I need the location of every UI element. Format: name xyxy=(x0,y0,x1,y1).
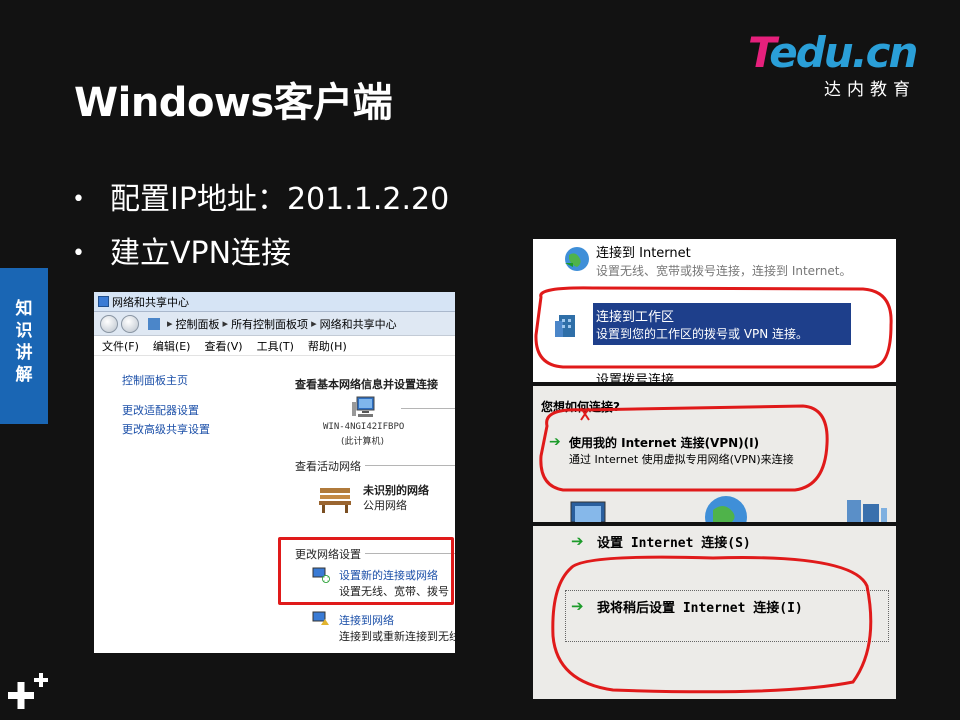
tedu-logo: Tedu.cn 达内教育 xyxy=(748,28,928,102)
control-panel-home-link[interactable]: 控制面板主页 xyxy=(122,372,188,388)
connection-options-screenshot: 连接到 Internet 设置无线、宽带或拨号连接，连接到 Internet。 … xyxy=(533,239,896,382)
internet-globe-icon xyxy=(703,494,749,522)
forward-button[interactable] xyxy=(121,314,139,333)
breadcrumb-item[interactable]: 所有控制面板项 xyxy=(231,316,308,332)
plus-logo-icon xyxy=(6,670,54,718)
menu-edit[interactable]: 编辑(E) xyxy=(153,338,191,354)
network-center-icon xyxy=(98,296,109,307)
logo-letter-t: T xyxy=(748,28,771,77)
red-circle-annotation xyxy=(533,285,896,382)
side-tab-char: 讲 xyxy=(15,343,33,363)
side-tab-char: 识 xyxy=(15,321,33,341)
red-highlight-box xyxy=(278,537,454,605)
monitor-icon xyxy=(567,500,609,522)
side-tab-char: 知 xyxy=(15,299,33,319)
divider xyxy=(401,408,455,409)
menu-tools[interactable]: 工具(T) xyxy=(257,338,294,354)
left-task-pane: 控制面板主页 更改适配器设置 更改高级共享设置 xyxy=(94,358,274,653)
network-info-header: 查看基本网络信息并设置连接 xyxy=(295,378,438,391)
side-tab-char: 解 xyxy=(15,365,33,385)
how-to-connect-screenshot: 您想如何连接? ➔ 使用我的 Internet 连接(VPN)(I) 通过 In… xyxy=(533,386,896,522)
computer-icon xyxy=(351,396,377,418)
bullet-dot-icon: • xyxy=(72,187,85,212)
chevron-right-icon: ▸ xyxy=(311,317,317,330)
connect-to-network-desc: 连接到或重新连接到无线 xyxy=(339,630,455,643)
network-type-link[interactable]: 公用网络 xyxy=(363,497,407,513)
logo-wordmark: Tedu.cn xyxy=(748,28,918,77)
bench-icon xyxy=(317,484,353,514)
menu-view[interactable]: 查看(V) xyxy=(204,338,242,354)
option-connect-internet-desc: 设置无线、宽带或拨号连接，连接到 Internet。 xyxy=(596,264,852,278)
network-name: 未识别的网络 xyxy=(363,484,429,497)
side-tab-knowledge: 知 识 讲 解 xyxy=(0,268,48,424)
bullet-item: • 配置IP地址：201.1.2.20 xyxy=(72,178,449,232)
bullet-dot-icon: • xyxy=(72,241,85,266)
menu-file[interactable]: 文件(F) xyxy=(102,338,139,354)
connect-network-icon xyxy=(311,610,331,628)
slide-title: Windows客户端 xyxy=(74,80,393,126)
bullet-text: 建立VPN连接 xyxy=(110,236,292,271)
address-bar: ▸ 控制面板 ▸ 所有控制面板项 ▸ 网络和共享中心 xyxy=(94,312,455,336)
internet-globe-icon xyxy=(563,245,591,273)
breadcrumb: ▸ 控制面板 ▸ 所有控制面板项 ▸ 网络和共享中心 xyxy=(148,316,397,332)
network-center-screenshot: 网络和共享中心 ▸ 控制面板 ▸ 所有控制面板项 ▸ 网络和共享中心 文件(F)… xyxy=(94,292,455,653)
computer-name: WIN-4NGI42IFBPO xyxy=(323,422,405,432)
menu-bar: 文件(F) 编辑(E) 查看(V) 工具(T) 帮助(H) xyxy=(94,336,455,356)
option-connect-internet-title[interactable]: 连接到 Internet xyxy=(596,242,691,261)
back-button[interactable] xyxy=(100,314,118,333)
active-networks-label: 查看活动网络 xyxy=(295,460,361,473)
bullet-item: • 建立VPN连接 xyxy=(72,232,449,286)
internet-setup-screenshot: ➔ 设置 Internet 连接(S) ➔ 我将稍后设置 Internet 连接… xyxy=(533,526,896,699)
bullet-list: • 配置IP地址：201.1.2.20 • 建立VPN连接 xyxy=(72,178,449,286)
control-panel-icon xyxy=(148,317,160,330)
window-titlebar: 网络和共享中心 xyxy=(94,292,455,312)
workplace-building-icon xyxy=(843,498,889,522)
connect-to-network-link[interactable]: 连接到网络 xyxy=(339,612,394,628)
main-pane: 查看基本网络信息并设置连接 WIN-4NGI42IFBPO (此计算机) 查看活… xyxy=(289,358,455,653)
chevron-right-icon: ▸ xyxy=(167,317,173,330)
slide: Windows客户端 Tedu.cn 达内教育 • 配置IP地址：201.1.2.… xyxy=(0,0,960,720)
chevron-right-icon: ▸ xyxy=(222,317,229,330)
breadcrumb-item[interactable]: 网络和共享中心 xyxy=(320,316,397,332)
red-circle-annotation xyxy=(533,526,896,699)
change-adapter-link[interactable]: 更改适配器设置 xyxy=(122,402,199,418)
logo-chinese: 达内教育 xyxy=(824,80,916,100)
bullet-text: 配置IP地址：201.1.2.20 xyxy=(110,182,450,217)
logo-domain: edu.cn xyxy=(769,28,918,77)
menu-help[interactable]: 帮助(H) xyxy=(308,338,347,354)
change-sharing-link[interactable]: 更改高级共享设置 xyxy=(122,421,210,437)
breadcrumb-item[interactable]: 控制面板 xyxy=(176,316,220,332)
divider xyxy=(365,465,455,466)
computer-caption: (此计算机) xyxy=(341,437,385,447)
window-title: 网络和共享中心 xyxy=(112,295,189,309)
